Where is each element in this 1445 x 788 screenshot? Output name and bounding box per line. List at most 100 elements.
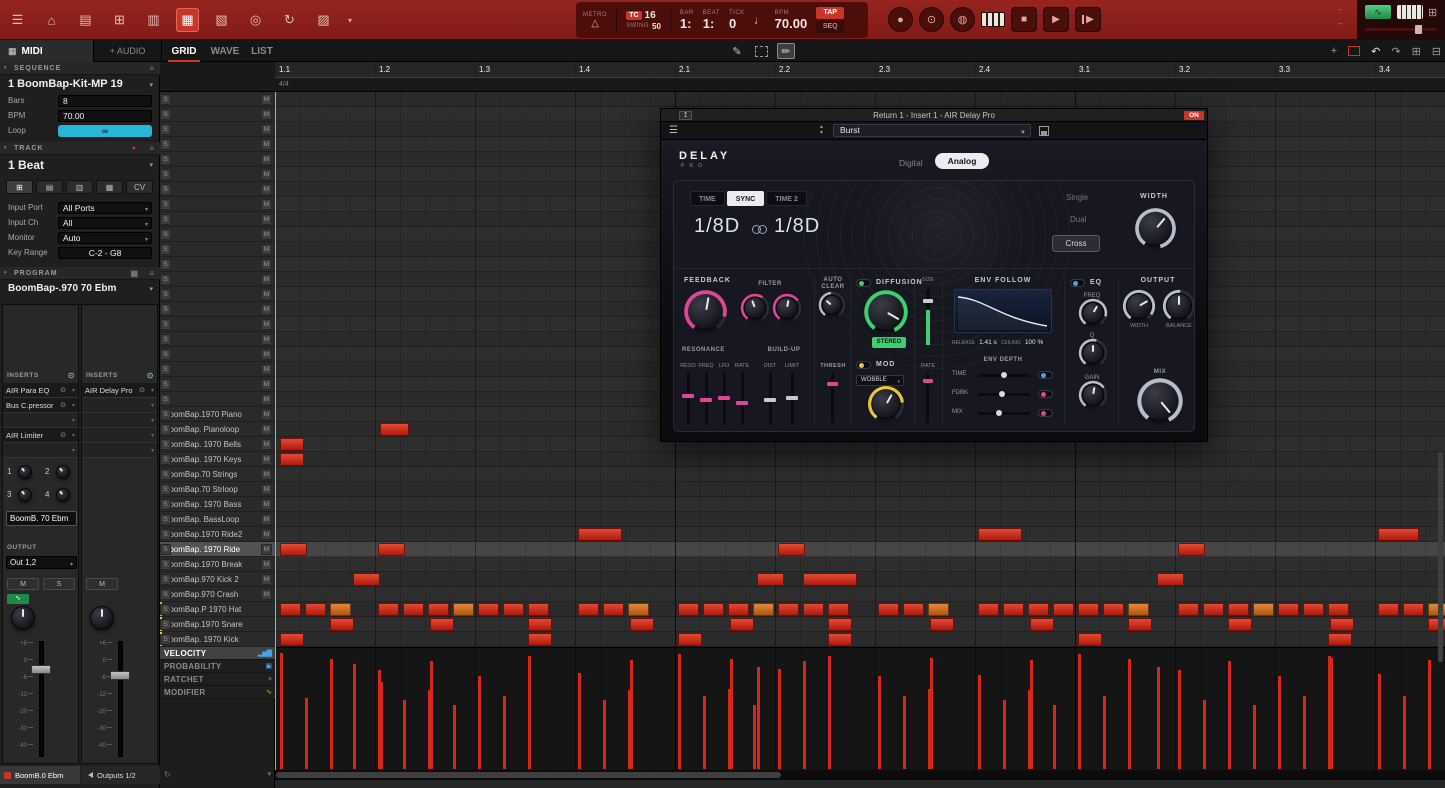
- midi-note[interactable]: [778, 543, 805, 556]
- lane-button-probability[interactable]: PROBABILITY▣: [160, 660, 275, 673]
- channel-mixer-icon[interactable]: ▧: [210, 8, 233, 32]
- row-solo-button[interactable]: S: [160, 109, 171, 120]
- input-port-select[interactable]: All Ports▾: [58, 202, 152, 214]
- insert-slot-empty[interactable]: ▾: [3, 443, 78, 458]
- row-mute-button[interactable]: M: [261, 394, 272, 405]
- key-range-field[interactable]: C-2 - G8: [58, 247, 152, 259]
- velocity-bar[interactable]: [753, 705, 756, 769]
- track-row-label[interactable]: MS: [160, 317, 275, 332]
- velocity-bar[interactable]: [578, 678, 581, 769]
- velocity-bar[interactable]: [703, 696, 706, 769]
- swing-value[interactable]: 50: [652, 22, 661, 31]
- lane-button-velocity[interactable]: VELOCITY▂▅▇: [160, 647, 275, 660]
- pads-view-button[interactable]: ⊞: [6, 180, 33, 194]
- qlink-4[interactable]: 4: [43, 486, 79, 506]
- pad-grid-icon[interactable]: ⊞: [1428, 6, 1437, 19]
- release-value[interactable]: 1.41 s: [979, 339, 997, 346]
- velocity-bar[interactable]: [1253, 705, 1256, 769]
- row-mute-button[interactable]: M: [261, 214, 272, 225]
- row-solo-button[interactable]: S: [160, 214, 171, 225]
- track-row-label[interactable]: MS: [160, 137, 275, 152]
- env-fdbk-slider[interactable]: [978, 393, 1030, 396]
- row-solo-button[interactable]: S: [160, 94, 171, 105]
- track-row-label[interactable]: MS: [160, 362, 275, 377]
- row-mute-button[interactable]: M: [261, 289, 272, 300]
- midi-note[interactable]: [1053, 603, 1074, 616]
- velocity-bar[interactable]: [1003, 700, 1006, 769]
- velocity-bar[interactable]: [757, 667, 760, 769]
- insert-menu-caret-icon[interactable]: ▾: [151, 402, 154, 409]
- record-arm-icon[interactable]: ●: [132, 142, 136, 155]
- row-solo-button[interactable]: S: [160, 559, 171, 570]
- row-mute-button[interactable]: M: [261, 514, 272, 525]
- width-knob[interactable]: [1138, 211, 1173, 246]
- row-solo-button[interactable]: S: [160, 364, 171, 375]
- row-solo-button[interactable]: S: [160, 334, 171, 345]
- track-row-label[interactable]: BoomBap.70 StringsMS: [160, 467, 275, 482]
- cv-view-button[interactable]: CV: [126, 180, 153, 194]
- midi-note[interactable]: [1178, 603, 1199, 616]
- midi-note[interactable]: [453, 603, 474, 616]
- row-solo-button[interactable]: S: [160, 484, 171, 495]
- row-mute-button[interactable]: M: [261, 499, 272, 510]
- row-solo-button[interactable]: S: [160, 244, 171, 255]
- bpm-value[interactable]: 70.00: [775, 17, 808, 30]
- track-row-label[interactable]: MS: [160, 377, 275, 392]
- midi-note[interactable]: [753, 603, 774, 616]
- velocity-bar[interactable]: [828, 656, 831, 769]
- track-row-label[interactable]: BoomBap.1970 BreakMS: [160, 557, 275, 572]
- track-row-label[interactable]: BoomBap. BassLoopMS: [160, 512, 275, 527]
- midi-note[interactable]: [1203, 603, 1224, 616]
- beat-value[interactable]: 1:: [703, 17, 720, 30]
- row-mute-button[interactable]: M: [261, 124, 272, 135]
- bars-field[interactable]: 8: [58, 95, 152, 107]
- row-mute-button[interactable]: M: [261, 469, 272, 480]
- midi-note[interactable]: [528, 633, 552, 646]
- row-solo-button[interactable]: S: [160, 529, 171, 540]
- track-row-label[interactable]: MS: [160, 182, 275, 197]
- view-dropdown-caret[interactable]: ▾: [348, 16, 352, 25]
- midi-note[interactable]: [1378, 603, 1399, 616]
- midi-note[interactable]: [578, 528, 622, 541]
- track-row-label[interactable]: BoomBap.1970 Ride2MS: [160, 527, 275, 542]
- insert-menu-caret-icon[interactable]: ▾: [151, 432, 154, 439]
- qlink-3[interactable]: 3: [5, 486, 41, 506]
- qlink-2[interactable]: 2: [43, 463, 79, 483]
- row-mute-button[interactable]: M: [261, 154, 272, 165]
- diffusion-toggle[interactable]: [856, 279, 871, 287]
- midi-note[interactable]: [1253, 603, 1274, 616]
- row-solo-button[interactable]: S: [160, 619, 171, 630]
- velocity-bar[interactable]: [378, 678, 381, 769]
- plugin-titlebar[interactable]: Return 1 - Insert 1 - AIR Delay Pro ↥ ON: [661, 109, 1207, 122]
- env-mix-toggle[interactable]: [1038, 409, 1053, 417]
- row-solo-button[interactable]: S: [160, 424, 171, 435]
- preset-spinner[interactable]: ▲▼: [819, 125, 824, 136]
- track-row-label[interactable]: MS: [160, 392, 275, 407]
- pan-knob[interactable]: [11, 606, 35, 630]
- crosshair-icon[interactable]: +: [1331, 45, 1337, 57]
- midi-note[interactable]: [378, 543, 405, 556]
- tab-list[interactable]: LIST: [246, 40, 278, 62]
- pad-name-field[interactable]: BoomB. 70 Ebm: [6, 511, 77, 526]
- insert-slot-empty[interactable]: ▾: [82, 398, 157, 413]
- pad-mixer-icon[interactable]: ▨: [312, 8, 335, 32]
- track-row-label[interactable]: BoomBap. 1970 BellsMS: [160, 437, 275, 452]
- tab-midi[interactable]: ▦ MIDI: [0, 40, 94, 62]
- track-row-label[interactable]: MS: [160, 272, 275, 287]
- mixer-view-button[interactable]: ▥: [66, 180, 93, 194]
- row-solo-button[interactable]: S: [160, 604, 171, 615]
- browser-icon[interactable]: ▤: [74, 8, 97, 32]
- auto-clear-knob[interactable]: [822, 295, 842, 315]
- tab-time[interactable]: TIME: [690, 191, 725, 206]
- velocity-bar[interactable]: [1103, 696, 1106, 769]
- track-row-label[interactable]: MS: [160, 242, 275, 257]
- midi-note[interactable]: [1157, 573, 1184, 586]
- sequence-menu-icon[interactable]: ≡: [149, 62, 154, 75]
- delay-time-right[interactable]: 1/8D: [774, 215, 820, 238]
- velocity-bar[interactable]: [903, 696, 906, 769]
- insert-slot[interactable]: AIR Delay Pro⊙▾: [82, 383, 157, 398]
- track-row-label[interactable]: BoomBap. PianoloopMS: [160, 422, 275, 437]
- insert-menu-caret-icon[interactable]: ▾: [72, 447, 75, 454]
- freq-slider[interactable]: FREQ: [698, 363, 714, 427]
- velocity-bar[interactable]: [1228, 661, 1231, 769]
